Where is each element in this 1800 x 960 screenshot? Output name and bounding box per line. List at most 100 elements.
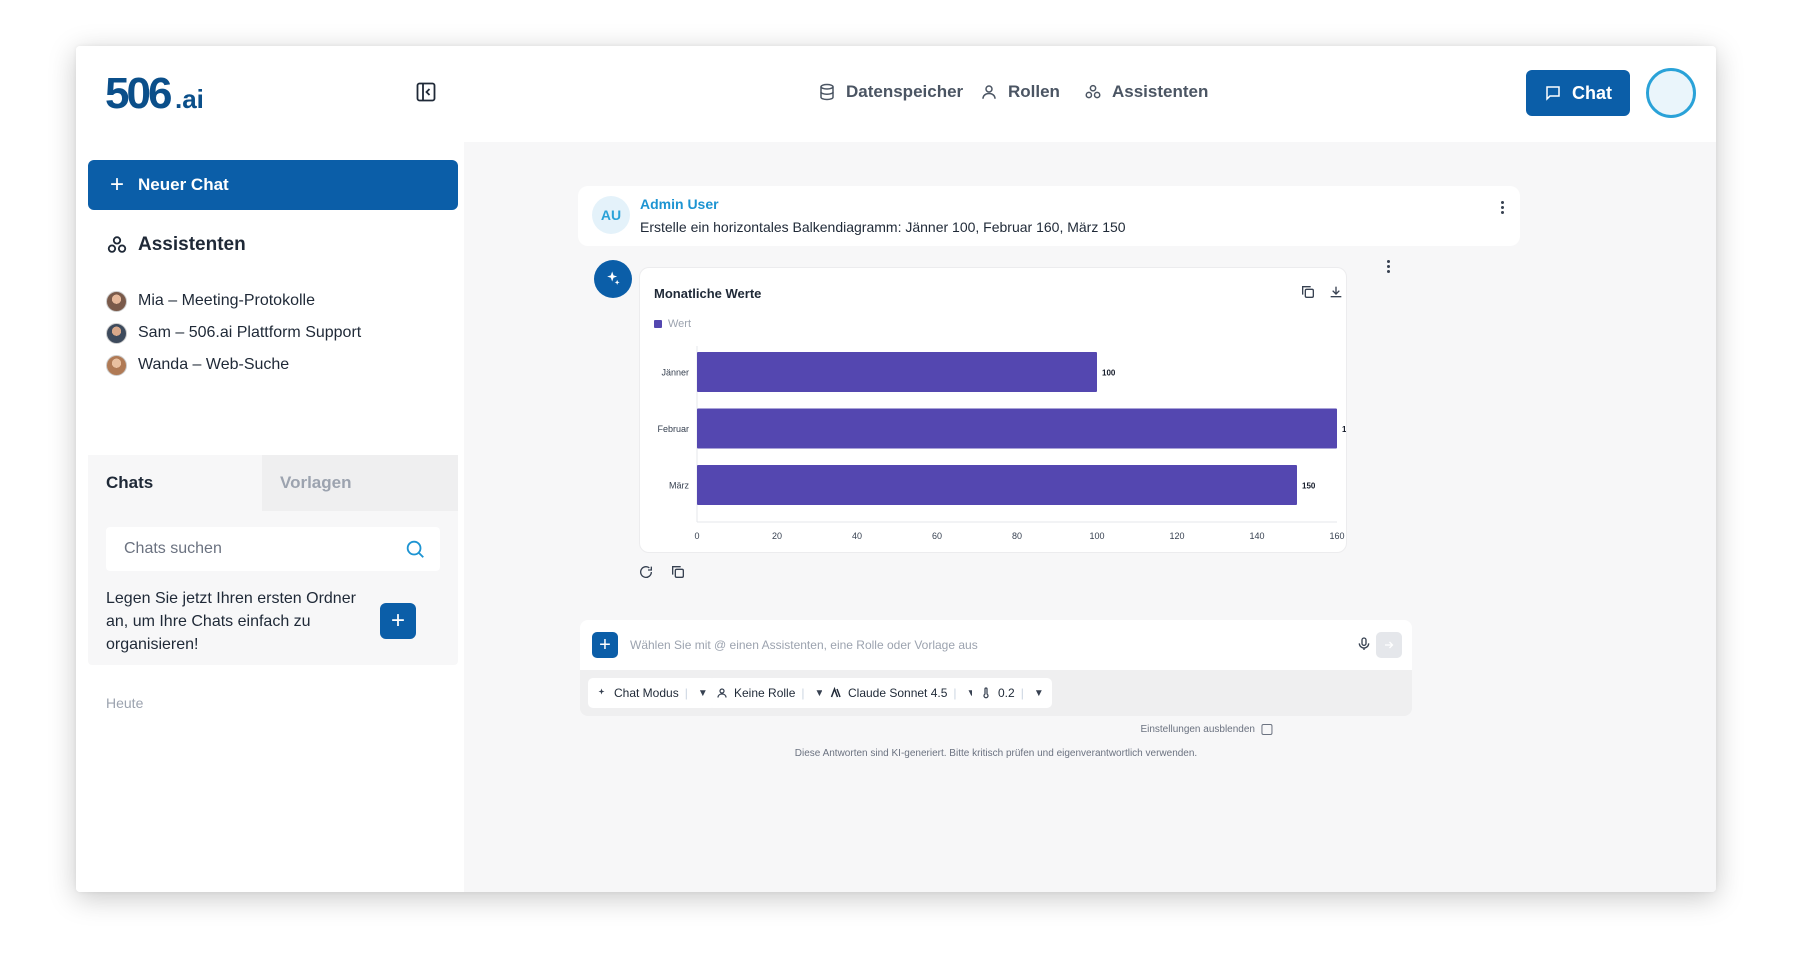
anthropic-icon — [830, 687, 841, 698]
assistants-icon — [1085, 84, 1101, 99]
chat-button-label: Chat — [1572, 82, 1612, 103]
x-tick-label: 60 — [932, 531, 942, 541]
x-tick-label: 0 — [694, 531, 699, 541]
regenerate-icon[interactable] — [638, 564, 654, 580]
chats-panel: Chats Vorlagen Legen Sie jetzt Ihren ers… — [88, 455, 458, 665]
composer-settings: Chat Modus | ▼ Keine Rolle | ▼ Claude Sonn… — [580, 670, 1412, 716]
arrow-right-icon — [1385, 641, 1394, 649]
assistants-icon — [107, 236, 127, 253]
plus-icon: + — [110, 171, 125, 198]
hide-settings-toggle[interactable]: Einstellungen ausblenden — [1140, 724, 1272, 735]
chart-bar — [697, 352, 1097, 392]
nav-assistenten-label: Assistenten — [1112, 82, 1209, 101]
avatar — [106, 290, 127, 312]
bar-value-label: 100 — [1102, 369, 1116, 378]
nav-rollen-label: Rollen — [1008, 82, 1060, 101]
user-icon — [982, 85, 996, 99]
user-avatar[interactable] — [1646, 68, 1696, 118]
legend-swatch — [654, 320, 662, 328]
legend-label: Wert — [668, 318, 692, 330]
tab-chats[interactable]: Chats — [88, 455, 262, 511]
model-label: Claude Sonnet 4.5 — [848, 686, 948, 700]
mode-label: Chat Modus — [614, 686, 679, 700]
model-select[interactable]: Claude Sonnet 4.5 |▼ — [822, 678, 985, 708]
copy-icon[interactable] — [1300, 284, 1316, 300]
user-initials-avatar: AU — [592, 196, 630, 234]
assistant-item-mia[interactable]: Mia – Meeting-Protokolle — [106, 289, 315, 313]
logo[interactable]: 506 .ai — [105, 70, 217, 118]
search-icon[interactable] — [404, 538, 426, 560]
panel-icon — [1261, 724, 1272, 735]
sidebar: + Neuer Chat Assistenten Mia – Meeting-P… — [76, 142, 464, 892]
svg-text:.ai: .ai — [175, 84, 204, 114]
chart-title: Monatliche Werte — [654, 286, 762, 301]
assistant-item-wanda[interactable]: Wanda – Web-Suche — [106, 353, 289, 377]
chevron-down-icon: ▼ — [697, 687, 708, 699]
x-tick-label: 80 — [1012, 531, 1022, 541]
new-chat-button[interactable]: + Neuer Chat — [88, 160, 458, 210]
nav-assistenten[interactable]: Assistenten — [1084, 78, 1208, 106]
y-tick-label: Februar — [657, 424, 689, 434]
x-tick-label: 40 — [852, 531, 862, 541]
user-message: AU Admin User Erstelle ein horizontales … — [578, 186, 1520, 246]
message-composer: + — [580, 620, 1412, 670]
message-icon — [1546, 86, 1560, 101]
nav-rollen[interactable]: Rollen — [980, 78, 1060, 106]
microphone-icon[interactable] — [1356, 636, 1372, 652]
y-tick-label: Jänner — [661, 368, 689, 378]
assistants-heading-label: Assistenten — [138, 234, 246, 255]
send-button[interactable] — [1376, 632, 1402, 658]
database-icon — [820, 83, 834, 101]
chat-area: AU Admin User Erstelle ein horizontales … — [464, 142, 1716, 892]
chart-bar — [697, 465, 1297, 505]
x-tick-label: 120 — [1169, 531, 1184, 541]
chat-button[interactable]: Chat — [1526, 70, 1630, 116]
mode-select[interactable]: Chat Modus | ▼ — [588, 678, 716, 708]
message-text: Erstelle ein horizontales Balkendiagramm… — [640, 219, 1126, 235]
x-tick-label: 160 — [1329, 531, 1344, 541]
top-header: 506 .ai Datenspeicher Rollen Assistenten… — [76, 46, 1716, 142]
folder-hint: Legen Sie jetzt Ihren ersten Ordner an, … — [106, 590, 356, 653]
y-tick-label: März — [669, 481, 689, 491]
message-author: Admin User — [640, 196, 719, 212]
temperature-select[interactable]: 0.2 | ▼ — [972, 678, 1052, 708]
avatar — [106, 322, 127, 344]
response-menu-icon[interactable] — [1381, 256, 1395, 276]
bar-chart: Jänner 100 Februar 160 März 150 0 20 40 60 80 100 12… — [657, 346, 1346, 541]
add-folder-button[interactable]: + — [380, 603, 416, 639]
bar-value-label: 150 — [1302, 482, 1316, 491]
role-select[interactable]: Keine Rolle | ▼ — [708, 678, 833, 708]
attach-button[interactable]: + — [592, 632, 618, 658]
tab-vorlagen[interactable]: Vorlagen — [262, 455, 458, 511]
temperature-label: 0.2 — [998, 686, 1015, 700]
message-menu-icon[interactable] — [1495, 197, 1509, 217]
hide-settings-label: Einstellungen ausblenden — [1140, 724, 1255, 735]
assistants-heading: Assistenten — [106, 234, 246, 256]
nav-datenspeicher-label: Datenspeicher — [846, 82, 964, 101]
role-label: Keine Rolle — [734, 686, 796, 700]
thermometer-icon — [983, 687, 989, 699]
search-input[interactable] — [124, 540, 384, 558]
bar-value-label: 160 — [1342, 425, 1346, 434]
download-icon[interactable] — [1328, 284, 1344, 300]
chat-search — [106, 527, 440, 571]
message-actions — [638, 564, 686, 580]
assistant-label: Sam – 506.ai Plattform Support — [138, 324, 362, 341]
ai-disclaimer: Diese Antworten sind KI-generiert. Bitte… — [794, 748, 1198, 759]
assistant-sparkle-icon — [594, 260, 632, 298]
x-tick-label: 20 — [772, 531, 782, 541]
app-window: 506 .ai Datenspeicher Rollen Assistenten… — [76, 46, 1716, 892]
assistant-label: Mia – Meeting-Protokolle — [138, 292, 315, 309]
x-tick-label: 140 — [1249, 531, 1264, 541]
chevron-down-icon: ▼ — [1033, 687, 1044, 699]
x-tick-label: 100 — [1089, 531, 1104, 541]
new-chat-label: Neuer Chat — [138, 175, 229, 194]
copy-icon[interactable] — [670, 564, 686, 580]
message-input[interactable] — [630, 632, 1330, 658]
user-icon — [717, 688, 727, 698]
assistant-item-sam[interactable]: Sam – 506.ai Plattform Support — [106, 321, 361, 345]
assistant-label: Wanda – Web-Suche — [138, 356, 290, 373]
nav-datenspeicher[interactable]: Datenspeicher — [818, 78, 963, 106]
collapse-sidebar-icon[interactable] — [414, 80, 438, 104]
chart-legend: Wert — [654, 318, 691, 330]
